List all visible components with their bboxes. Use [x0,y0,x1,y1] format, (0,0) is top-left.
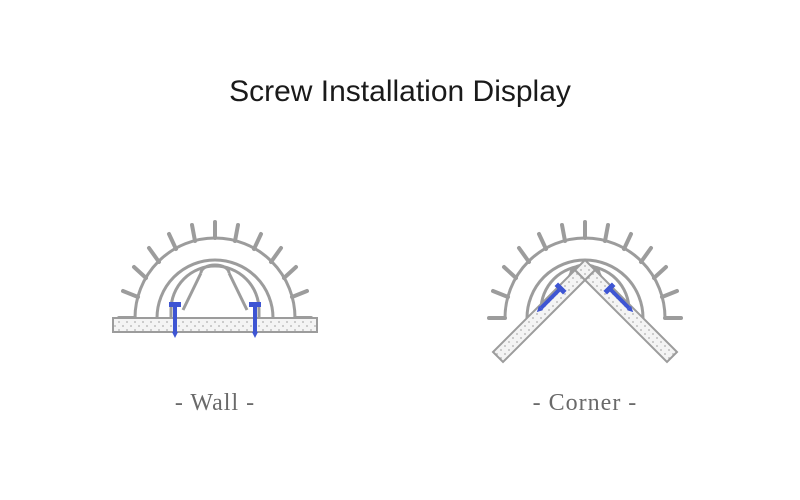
panels-row: - Wall - [0,200,800,417]
panel-wall: - Wall - [85,200,345,417]
caption-corner: - Corner - [533,390,638,417]
panel-corner: - Corner - [455,200,715,417]
page-title: Screw Installation Display [0,75,800,109]
bristle-ticks [119,222,311,318]
caption-wall: - Wall - [175,390,255,417]
corner-illustration [455,200,715,370]
wall-illustration [85,200,345,370]
wall-strip [113,318,317,332]
broom-top-semicircle [201,265,229,273]
